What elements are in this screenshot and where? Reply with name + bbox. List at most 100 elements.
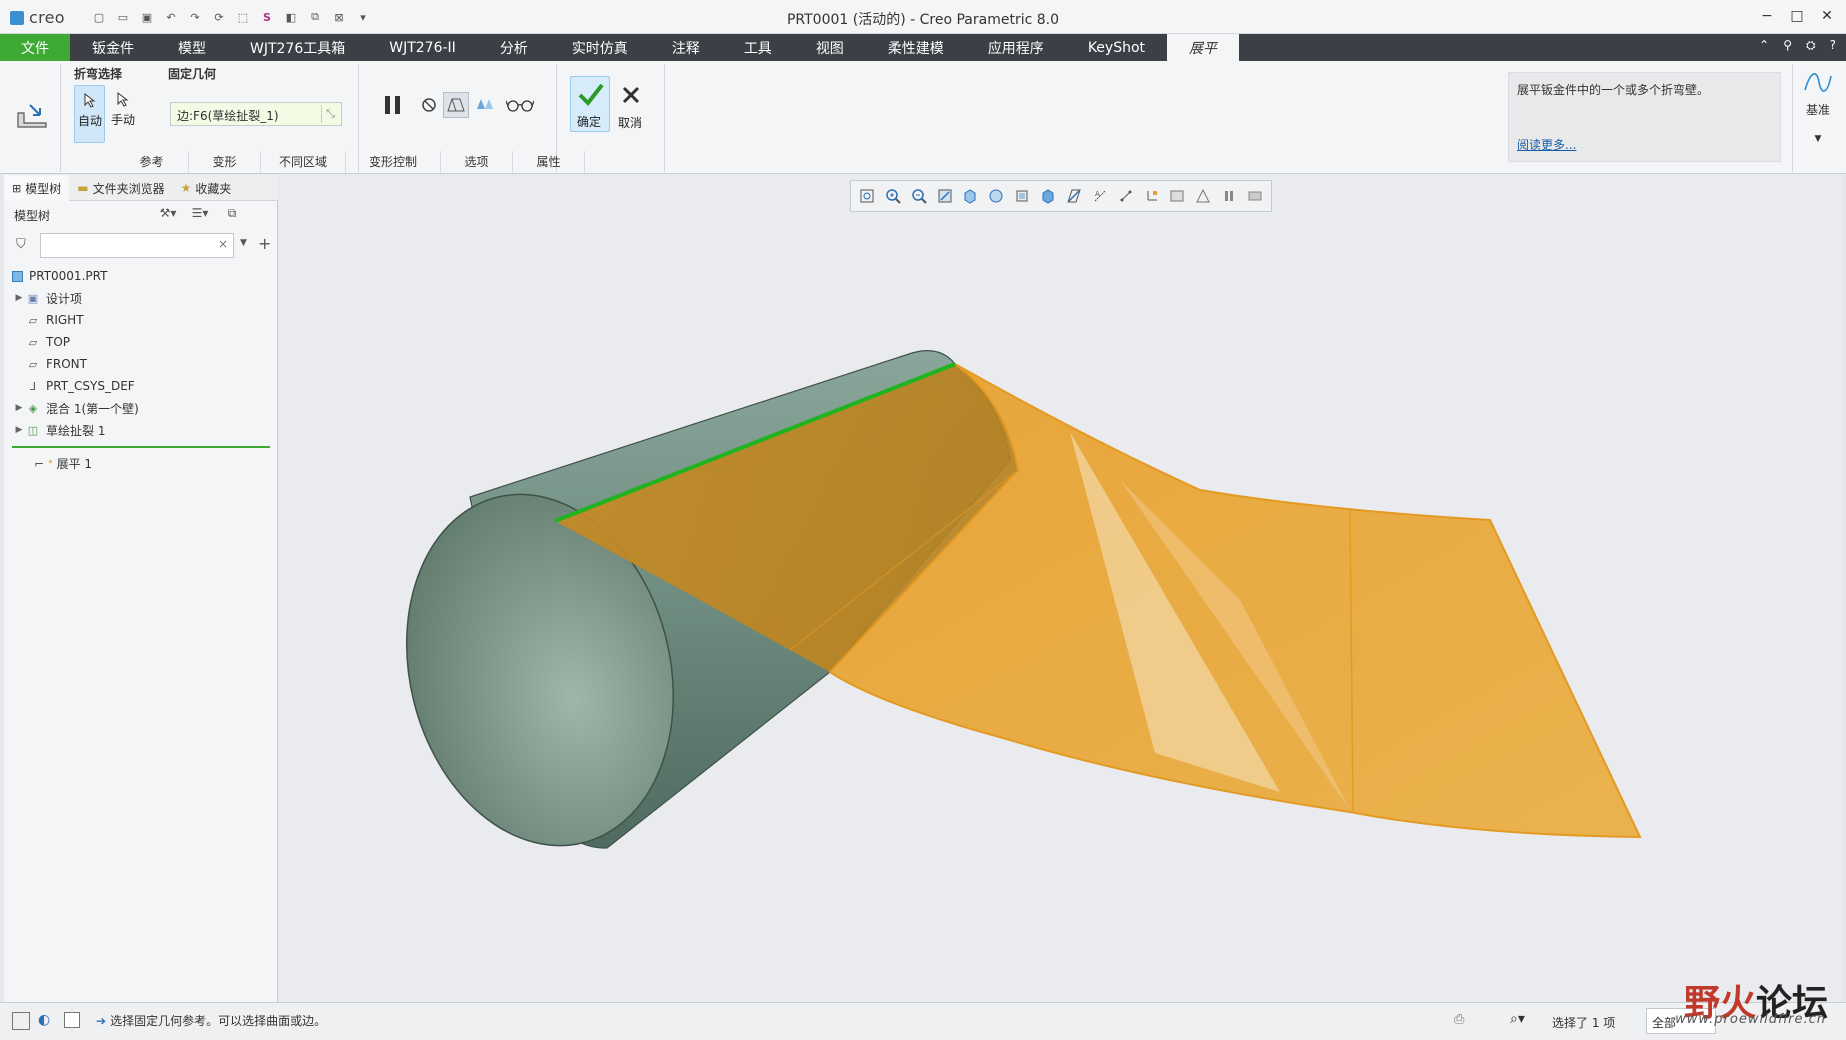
tab-flatten[interactable]: 展平 <box>1167 34 1240 61</box>
regenerate-icon[interactable]: ⟳ <box>210 8 228 26</box>
tab-applications[interactable]: 应用程序 <box>966 34 1066 61</box>
fixed-geometry-collector[interactable]: 边:F6(草绘扯裂_1) ⤡ <box>170 102 342 126</box>
tab-wjt276-ii[interactable]: WJT276-II <box>367 34 478 61</box>
close-window-icon[interactable]: ⊠ <box>330 8 348 26</box>
customize-dropdown-icon[interactable]: ▾ <box>354 8 372 26</box>
read-more-link[interactable]: 阅读更多... <box>1517 136 1576 153</box>
search-icon[interactable]: ⚲ <box>1783 38 1792 53</box>
manual-bend-button[interactable]: 手动 <box>108 85 139 143</box>
expand-icon[interactable]: ▶ <box>12 293 26 303</box>
help-icon[interactable]: ? <box>1830 38 1836 53</box>
perspective-view-icon[interactable] <box>1012 186 1032 206</box>
glasses-preview-icon[interactable] <box>505 94 535 116</box>
tree-item-top[interactable]: ▱ TOP <box>12 331 272 353</box>
model-regen-icon[interactable]: ⎙ <box>1454 1012 1464 1027</box>
pause-regen-icon[interactable] <box>1219 186 1239 206</box>
tree-item-blend[interactable]: ▶ ◈ 混合 1(第一个壁) <box>12 397 272 419</box>
tree-settings-icon[interactable]: ⚒▾ <box>159 204 177 222</box>
tab-model-tree[interactable]: ⊞ 模型树 <box>4 175 70 201</box>
ok-button[interactable]: 确定 <box>570 76 610 132</box>
tab-wjt276-toolbox[interactable]: WJT276工具箱 <box>228 34 367 61</box>
tab-annotate[interactable]: 注释 <box>650 34 722 61</box>
tab-keyshot[interactable]: KeyShot <box>1066 34 1167 61</box>
tab-flexible-modeling[interactable]: 柔性建模 <box>866 34 966 61</box>
undo-icon[interactable]: ↶ <box>162 8 180 26</box>
datum-axes-display-icon[interactable]: A <box>1090 186 1110 206</box>
stp-icon[interactable]: S <box>258 8 276 26</box>
tab-file[interactable]: 文件 <box>0 34 70 61</box>
insert-indicator[interactable] <box>12 446 270 448</box>
datum-dropdown-icon[interactable]: ▼ <box>1795 134 1841 144</box>
model-view[interactable] <box>279 175 1842 1002</box>
settings-icon[interactable]: ⛭ <box>1806 38 1816 53</box>
collapse-ribbon-icon[interactable]: ⌃ <box>1759 38 1769 53</box>
expand-icon[interactable]: ▶ <box>12 403 26 413</box>
repaint-icon[interactable] <box>935 186 955 206</box>
tab-favorites[interactable]: ★ 收藏夹 <box>173 175 240 201</box>
tab-folder-browser[interactable]: ▬ 文件夹浏览器 <box>69 175 172 201</box>
feature-preview-icon[interactable] <box>1245 186 1265 206</box>
save-icon[interactable]: ▣ <box>138 8 156 26</box>
export-icon[interactable]: ⬚ <box>234 8 252 26</box>
clear-search-icon[interactable]: × <box>218 237 228 251</box>
subtab-properties[interactable]: 属性 <box>513 151 585 173</box>
subtab-references[interactable]: 参考 <box>115 151 189 173</box>
toggle-browser-icon[interactable]: ◐ <box>38 1012 50 1028</box>
subtab-options[interactable]: 选项 <box>441 151 513 173</box>
filter-icon[interactable]: ⛉ <box>16 237 26 252</box>
tree-search-input[interactable] <box>40 233 234 258</box>
subtab-deform-control[interactable]: 变形控制 <box>346 151 441 173</box>
full-screen-icon[interactable] <box>64 1012 80 1028</box>
tree-item-sketch-rip[interactable]: ▶ ◫ 草绘扯裂 1 <box>12 419 272 441</box>
switch-window-icon[interactable]: ⧉ <box>306 8 324 26</box>
tab-sheetmetal[interactable]: 钣金件 <box>70 34 156 61</box>
search-dropdown-icon[interactable]: ▼ <box>240 238 247 248</box>
tab-view[interactable]: 视图 <box>794 34 866 61</box>
new-file-icon[interactable]: ▢ <box>90 8 108 26</box>
clear-collector-icon[interactable]: ⤡ <box>321 105 339 123</box>
expand-icon[interactable]: ▶ <box>12 425 26 435</box>
graphics-window[interactable] <box>279 175 1842 1002</box>
add-filter-icon[interactable]: + <box>258 234 271 253</box>
zoom-in-icon[interactable] <box>883 186 903 206</box>
minimize-button[interactable]: − <box>1756 6 1778 26</box>
spin-center-icon[interactable] <box>1193 186 1213 206</box>
open-file-icon[interactable]: ▭ <box>114 8 132 26</box>
tree-columns-icon[interactable]: ⧉ <box>223 204 241 222</box>
refit-icon[interactable] <box>857 186 877 206</box>
tree-view-icon[interactable]: ☰▾ <box>191 204 209 222</box>
subtab-different-regions[interactable]: 不同区域 <box>261 151 346 173</box>
datum-planes-display-icon[interactable] <box>1064 186 1084 206</box>
tree-item-front[interactable]: ▱ FRONT <box>12 353 272 375</box>
redo-icon[interactable]: ↷ <box>186 8 204 26</box>
datum-points-display-icon[interactable] <box>1116 186 1136 206</box>
csys-display-icon[interactable] <box>1142 186 1162 206</box>
cancel-button[interactable]: 取消 <box>614 76 648 132</box>
annotation-display-icon[interactable] <box>1168 186 1188 206</box>
auto-bend-button[interactable]: 自动 <box>74 85 105 143</box>
saved-orientations-icon[interactable] <box>961 186 981 206</box>
verify-icon[interactable] <box>474 94 496 116</box>
tab-model[interactable]: 模型 <box>156 34 228 61</box>
toggle-navigator-icon[interactable] <box>12 1012 30 1030</box>
tree-item-csys[interactable]: ⅃ PRT_CSYS_DEF <box>12 375 272 397</box>
tab-live-simulation[interactable]: 实时仿真 <box>550 34 650 61</box>
tree-item-flatten[interactable]: ⌐ * 展平 1 <box>34 455 92 472</box>
datum-button[interactable]: 基准 ▼ <box>1795 66 1841 166</box>
tree-item-part[interactable]: PRT0001.PRT <box>12 265 272 287</box>
maximize-button[interactable]: □ <box>1786 6 1808 26</box>
preview-geometry-icon[interactable] <box>443 92 469 118</box>
display-style-icon[interactable] <box>1038 186 1058 206</box>
windows-icon[interactable]: ◧ <box>282 8 300 26</box>
tree-item-design-items[interactable]: ▶ ▣ 设计项 <box>12 287 272 309</box>
pause-button[interactable] <box>380 92 406 118</box>
subtab-deform[interactable]: 变形 <box>189 151 261 173</box>
tab-tools[interactable]: 工具 <box>722 34 794 61</box>
tree-item-right[interactable]: ▱ RIGHT <box>12 309 272 331</box>
zoom-out-icon[interactable] <box>909 186 929 206</box>
tab-analysis[interactable]: 分析 <box>478 34 550 61</box>
close-button[interactable]: ✕ <box>1816 6 1838 26</box>
no-preview-icon[interactable] <box>418 94 440 116</box>
view-manager-icon[interactable] <box>986 186 1006 206</box>
find-icon[interactable]: ⌕▾ <box>1510 1011 1525 1027</box>
